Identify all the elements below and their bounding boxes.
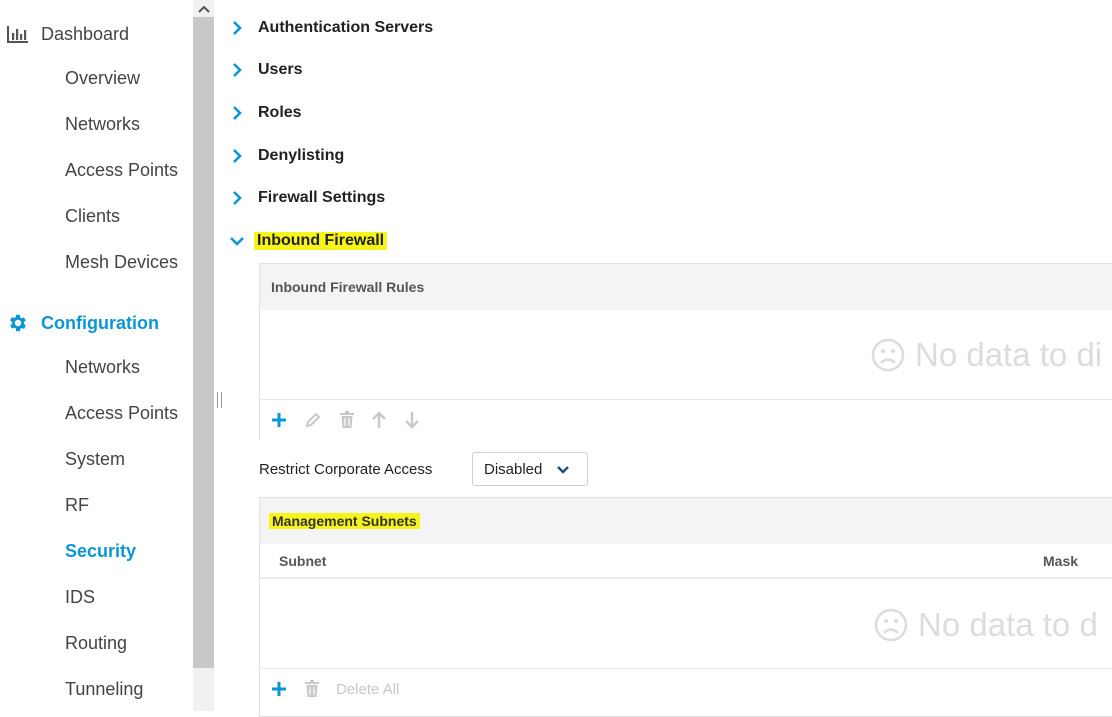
chevron-right-icon (230, 106, 244, 120)
accordion-title: Denylisting (258, 147, 345, 164)
panel-header: Management Subnets (260, 498, 1112, 544)
empty-state: No data to d (874, 606, 1098, 644)
trash-icon[interactable] (302, 679, 322, 699)
sidebar-section-label: Configuration (41, 312, 159, 333)
bar-chart-icon (7, 23, 29, 45)
restrict-corporate-access-label: Restrict Corporate Access (259, 461, 433, 478)
sidebar-item-tunneling[interactable]: Tunneling (65, 679, 143, 700)
chevron-right-icon (230, 63, 244, 77)
sidebar: Dashboard Overview Networks Access Point… (0, 0, 193, 711)
inbound-firewall-rules-panel: Inbound Firewall Rules No data to di (259, 263, 1112, 440)
sidebar-item-rf[interactable]: RF (65, 495, 89, 516)
chevron-right-icon (230, 21, 244, 35)
chevron-right-icon (230, 149, 244, 163)
main-content: Authentication Servers Users Roles Denyl… (214, 0, 1112, 717)
gear-icon (7, 312, 29, 334)
chevron-down-icon (557, 466, 569, 474)
accordion-title: Inbound Firewall (254, 232, 388, 250)
sidebar-scrollbar-thumb[interactable] (193, 17, 214, 668)
empty-state-text: No data to d (918, 606, 1098, 643)
chevron-right-icon (230, 191, 244, 205)
sidebar-item-overview[interactable]: Overview (65, 68, 140, 89)
subnets-toolbar: Delete All (260, 668, 1112, 709)
add-icon[interactable] (269, 679, 289, 699)
empty-state: No data to di (871, 336, 1102, 374)
accordion-title: Users (258, 61, 303, 78)
move-up-icon[interactable] (369, 410, 389, 430)
management-subnets-panel: Management Subnets Subnet Mask No data t… (259, 497, 1112, 717)
panel-title: Management Subnets (269, 513, 420, 529)
trash-icon[interactable] (337, 410, 357, 430)
select-value: Disabled (484, 461, 543, 478)
empty-state-text: No data to di (915, 336, 1103, 373)
sidebar-item-config-networks[interactable]: Networks (65, 357, 140, 378)
sidebar-item-networks[interactable]: Networks (65, 114, 140, 135)
sidebar-item-access-points[interactable]: Access Points (65, 160, 178, 181)
sidebar-item-clients[interactable]: Clients (65, 206, 120, 227)
sad-face-icon (871, 338, 905, 372)
sidebar-item-config-access-points[interactable]: Access Points (65, 403, 178, 424)
chevron-down-icon (230, 234, 244, 248)
move-down-icon[interactable] (402, 410, 422, 430)
edit-icon[interactable] (303, 410, 323, 430)
sidebar-section-dashboard[interactable]: Dashboard (0, 22, 193, 46)
column-header-mask[interactable]: Mask (1043, 544, 1078, 578)
sidebar-section-label: Dashboard (41, 23, 130, 44)
rules-toolbar (260, 399, 1112, 440)
add-icon[interactable] (269, 410, 289, 430)
sidebar-item-security[interactable]: Security (65, 541, 136, 562)
scroll-up-button[interactable] (193, 0, 214, 17)
restrict-corporate-access-select[interactable]: Disabled (472, 452, 588, 486)
chevron-up-icon (197, 5, 210, 13)
column-header-subnet[interactable]: Subnet (279, 544, 326, 578)
sidebar-item-mesh-devices[interactable]: Mesh Devices (65, 252, 178, 273)
accordion-title: Roles (258, 104, 302, 121)
panel-header: Inbound Firewall Rules (260, 264, 1112, 310)
panel-title: Inbound Firewall Rules (271, 279, 425, 295)
sad-face-icon (874, 608, 908, 642)
delete-all-button[interactable]: Delete All (336, 681, 399, 698)
sidebar-item-system[interactable]: System (65, 449, 125, 470)
sidebar-scrollbar-track[interactable] (193, 668, 214, 711)
accordion-title: Authentication Servers (258, 19, 434, 36)
sidebar-section-configuration[interactable]: Configuration (0, 311, 193, 335)
accordion-title: Firewall Settings (258, 189, 386, 206)
sidebar-item-ids[interactable]: IDS (65, 587, 95, 608)
sidebar-item-routing[interactable]: Routing (65, 633, 127, 654)
table-header: Subnet Mask (260, 544, 1112, 579)
